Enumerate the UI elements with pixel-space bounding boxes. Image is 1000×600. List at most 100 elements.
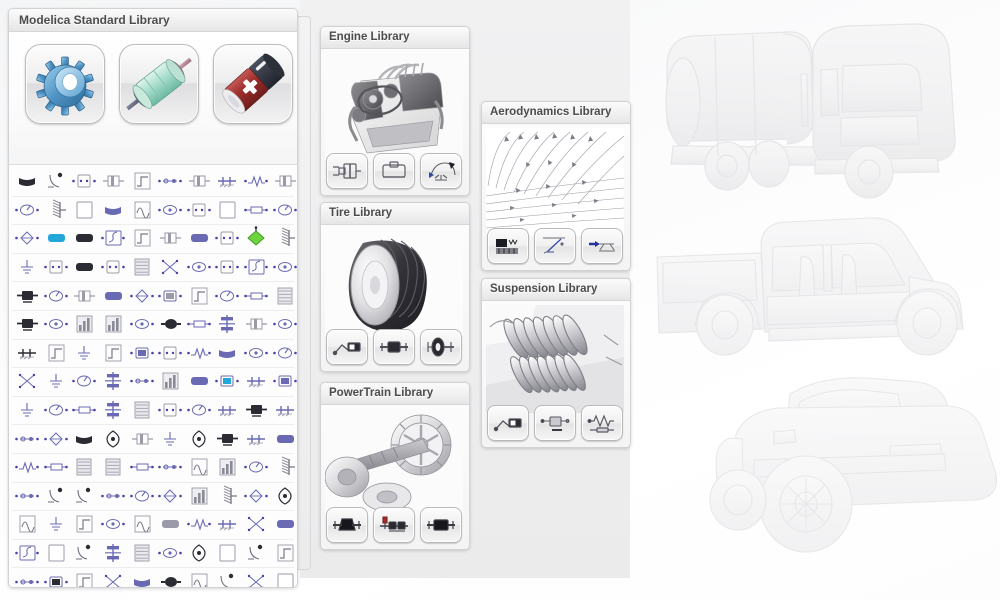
component-icon[interactable] bbox=[242, 482, 271, 511]
component-icon[interactable] bbox=[13, 482, 42, 511]
component-icon[interactable] bbox=[42, 510, 71, 539]
component-icon[interactable] bbox=[42, 367, 71, 396]
component-icon[interactable] bbox=[42, 196, 71, 225]
engine-cylinder-icon[interactable] bbox=[326, 153, 368, 189]
component-icon[interactable] bbox=[156, 424, 185, 453]
component-icon[interactable] bbox=[127, 453, 156, 482]
component-icon[interactable] bbox=[213, 482, 242, 511]
component-icon[interactable] bbox=[156, 482, 185, 511]
component-icon[interactable] bbox=[213, 367, 242, 396]
engine-throttle-icon[interactable] bbox=[420, 153, 462, 189]
component-icon[interactable] bbox=[99, 539, 128, 568]
component-icon[interactable] bbox=[127, 424, 156, 453]
component-icon[interactable] bbox=[185, 510, 214, 539]
component-icon[interactable] bbox=[185, 167, 214, 196]
component-icon[interactable] bbox=[156, 281, 185, 310]
component-icon[interactable] bbox=[70, 539, 99, 568]
component-icon[interactable] bbox=[13, 453, 42, 482]
selected-component-icon[interactable] bbox=[242, 224, 271, 253]
component-icon[interactable] bbox=[99, 482, 128, 511]
component-icon[interactable] bbox=[185, 367, 214, 396]
component-icon[interactable] bbox=[213, 567, 242, 587]
component-icon[interactable] bbox=[156, 167, 185, 196]
engine-library-icons[interactable] bbox=[326, 153, 462, 189]
component-icon[interactable] bbox=[70, 482, 99, 511]
component-icon[interactable] bbox=[242, 339, 271, 368]
component-icon[interactable] bbox=[185, 281, 214, 310]
component-icon[interactable] bbox=[242, 567, 271, 587]
component-icon[interactable] bbox=[156, 539, 185, 568]
component-icon-grid[interactable] bbox=[9, 165, 297, 587]
component-icon[interactable] bbox=[42, 482, 71, 511]
component-icon[interactable] bbox=[185, 396, 214, 425]
component-icon[interactable] bbox=[99, 281, 128, 310]
component-icon[interactable] bbox=[185, 482, 214, 511]
powertrain-library-icons[interactable] bbox=[326, 507, 462, 543]
component-icon[interactable] bbox=[185, 567, 214, 587]
component-icon[interactable] bbox=[13, 224, 42, 253]
component-icon[interactable] bbox=[156, 453, 185, 482]
component-icon[interactable] bbox=[127, 539, 156, 568]
component-icon[interactable] bbox=[13, 196, 42, 225]
component-icon[interactable] bbox=[270, 482, 297, 511]
component-icon[interactable] bbox=[270, 281, 297, 310]
powertrain-rotor-icon[interactable] bbox=[420, 507, 462, 543]
component-icon[interactable] bbox=[213, 310, 242, 339]
component-icon[interactable] bbox=[99, 167, 128, 196]
component-icon[interactable] bbox=[13, 396, 42, 425]
component-icon[interactable] bbox=[70, 196, 99, 225]
component-icon[interactable] bbox=[242, 196, 271, 225]
component-icon[interactable] bbox=[270, 539, 297, 568]
component-icon[interactable] bbox=[213, 224, 242, 253]
component-icon[interactable] bbox=[127, 196, 156, 225]
component-icon[interactable] bbox=[270, 310, 297, 339]
component-icon[interactable] bbox=[42, 453, 71, 482]
component-icon[interactable] bbox=[270, 396, 297, 425]
component-icon[interactable] bbox=[13, 424, 42, 453]
component-icon[interactable] bbox=[42, 339, 71, 368]
suspension-damper-icon[interactable] bbox=[487, 405, 529, 441]
component-icon[interactable] bbox=[156, 253, 185, 282]
component-icon[interactable] bbox=[13, 167, 42, 196]
component-icon[interactable] bbox=[213, 281, 242, 310]
suspension-library-icons[interactable] bbox=[487, 405, 623, 441]
component-icon[interactable] bbox=[270, 253, 297, 282]
mechanics-gear-tile[interactable] bbox=[25, 44, 105, 124]
component-icon[interactable] bbox=[70, 167, 99, 196]
tire-force-element-icon[interactable] bbox=[326, 329, 368, 365]
component-icon[interactable] bbox=[127, 482, 156, 511]
powertrain-clutch-icon[interactable] bbox=[326, 507, 368, 543]
component-icon[interactable] bbox=[99, 224, 128, 253]
component-icon[interactable] bbox=[213, 453, 242, 482]
component-icon[interactable] bbox=[127, 167, 156, 196]
aero-flowmap-icon[interactable] bbox=[487, 228, 529, 264]
component-icon[interactable] bbox=[242, 539, 271, 568]
component-icon[interactable] bbox=[42, 396, 71, 425]
aero-drag-body-icon[interactable] bbox=[581, 228, 623, 264]
suspension-library-card[interactable]: Suspension Library bbox=[481, 278, 631, 448]
component-icon[interactable] bbox=[213, 253, 242, 282]
component-icon[interactable] bbox=[156, 367, 185, 396]
component-icon[interactable] bbox=[13, 281, 42, 310]
component-icon[interactable] bbox=[70, 253, 99, 282]
component-icon[interactable] bbox=[185, 196, 214, 225]
component-icon[interactable] bbox=[13, 539, 42, 568]
component-icon[interactable] bbox=[99, 339, 128, 368]
component-icon[interactable] bbox=[156, 396, 185, 425]
component-icon[interactable] bbox=[242, 310, 271, 339]
component-icon[interactable] bbox=[242, 424, 271, 453]
component-icon[interactable] bbox=[42, 253, 71, 282]
component-icon[interactable] bbox=[42, 424, 71, 453]
component-icon[interactable] bbox=[270, 339, 297, 368]
component-icon[interactable] bbox=[127, 339, 156, 368]
component-icon[interactable] bbox=[185, 224, 214, 253]
component-icon[interactable] bbox=[242, 367, 271, 396]
component-icon[interactable] bbox=[242, 281, 271, 310]
tire-library-icons[interactable] bbox=[326, 329, 462, 365]
component-icon[interactable] bbox=[242, 253, 271, 282]
component-icon[interactable] bbox=[13, 510, 42, 539]
component-icon[interactable] bbox=[156, 310, 185, 339]
component-icon[interactable] bbox=[99, 396, 128, 425]
component-icon[interactable] bbox=[213, 167, 242, 196]
component-icon[interactable] bbox=[185, 339, 214, 368]
